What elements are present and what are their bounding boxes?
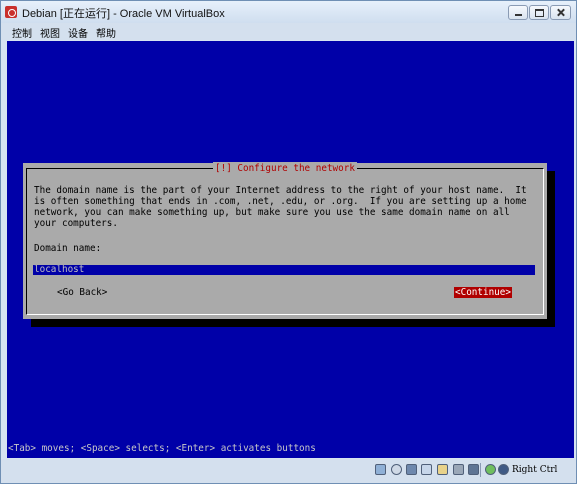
capture-icon[interactable] [498,464,509,475]
dialog-description: The domain name is the part of your Inte… [34,185,527,229]
shared-folder-icon[interactable] [437,464,448,475]
optical-drive-icon[interactable] [391,464,402,475]
menu-devices[interactable]: 设备 [68,25,88,40]
go-back-button[interactable]: <Go Back> [57,287,107,298]
menu-control[interactable]: 控制 [12,25,32,40]
virtualbox-app-icon[interactable] [5,6,17,18]
close-button[interactable] [550,5,571,20]
menu-help[interactable]: 帮助 [96,25,116,40]
configure-network-dialog: [!] Configure the network The domain nam… [23,162,547,319]
virtualbox-window: Debian [正在运行] - Oracle VM VirtualBox 控制 … [0,0,577,484]
domain-name-label: Domain name: [34,243,102,254]
status-bar: Right Ctrl [1,459,576,483]
dialog-title: [!] Configure the network [213,162,357,175]
keyboard-hint: <Tab> moves; <Space> selects; <Enter> ac… [8,443,316,454]
mouse-integration-icon[interactable] [485,464,496,475]
maximize-button[interactable] [529,5,549,20]
domain-name-input[interactable] [33,265,535,275]
host-key-label: Right Ctrl [512,465,558,475]
menu-view[interactable]: 视图 [40,25,60,40]
menu-bar: 控制 视图 设备 帮助 [1,23,576,40]
guest-screen[interactable]: [!] Configure the network The domain nam… [7,41,574,458]
floppy-icon[interactable] [406,464,417,475]
network-icon[interactable] [421,464,432,475]
status-separator [480,463,481,477]
usb-icon[interactable] [453,464,464,475]
title-bar[interactable]: Debian [正在运行] - Oracle VM VirtualBox [1,1,576,23]
continue-button[interactable]: <Continue> [454,287,512,298]
hard-disk-icon[interactable] [375,464,386,475]
display-icon[interactable] [468,464,479,475]
minimize-button[interactable] [508,5,528,20]
window-title: Debian [正在运行] - Oracle VM VirtualBox [22,8,225,20]
